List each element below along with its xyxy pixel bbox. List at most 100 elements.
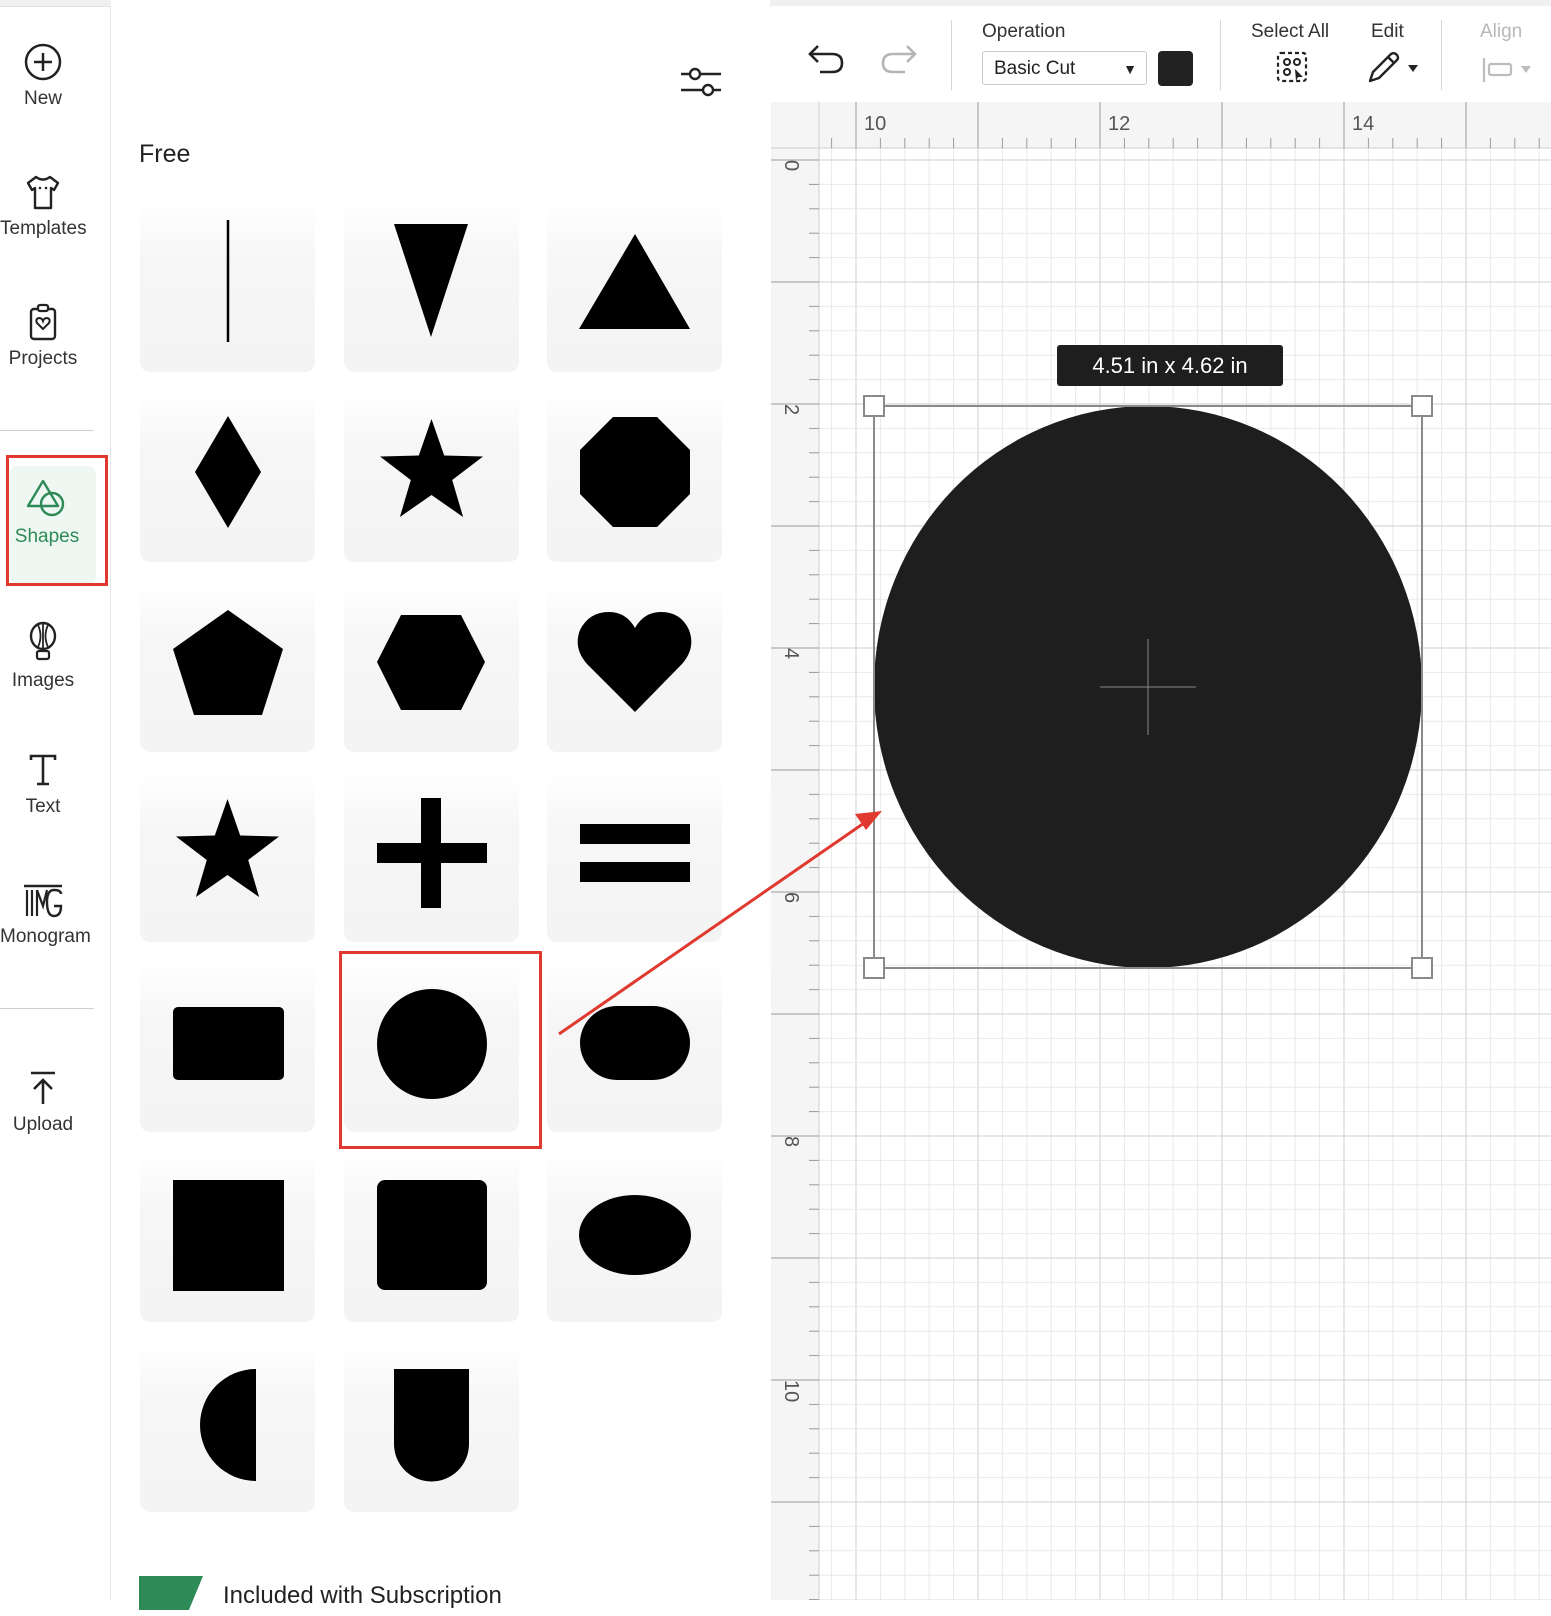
ruler-left <box>771 102 819 1600</box>
project-heart-icon <box>29 303 57 341</box>
select-all-label: Select All <box>1251 21 1330 42</box>
rectangle-shape-icon <box>173 1007 284 1080</box>
heart-shape-icon <box>577 612 692 712</box>
upload-icon <box>31 1071 55 1104</box>
operation-color-swatch[interactable] <box>1158 51 1193 86</box>
select-all-icon[interactable] <box>1275 50 1311 86</box>
ruler-label: 2 <box>780 404 802 415</box>
shape-tile-triangle-down[interactable] <box>344 202 519 372</box>
selection-handle[interactable] <box>863 957 885 979</box>
shape-tile-octagon[interactable] <box>547 392 722 562</box>
ruler-label: 6 <box>780 892 802 903</box>
star-shape-icon <box>176 799 279 897</box>
section-title-free: Free <box>139 140 191 168</box>
redo-icon[interactable] <box>879 42 919 76</box>
monogram-icon <box>24 884 63 918</box>
shape-tile-rounded-rectangle[interactable] <box>547 962 722 1132</box>
sidebar-item-new[interactable]: New <box>0 42 86 110</box>
ruler-label: 10 <box>780 1380 802 1402</box>
hexagon-shape-icon <box>377 615 485 710</box>
sliders-icon[interactable] <box>679 64 723 100</box>
octagon-shape-icon <box>580 417 690 527</box>
line-shape-icon <box>226 220 230 342</box>
canvas-grid: 10 12 14 0 2 4 6 8 10 <box>771 102 1551 1601</box>
sidebar-item-projects[interactable]: Projects <box>0 302 86 370</box>
sidebar-divider <box>0 1008 94 1009</box>
selection-handle[interactable] <box>1411 395 1433 417</box>
circle-annotation-box <box>339 951 542 1149</box>
toolbar-divider <box>1441 20 1442 90</box>
dimensions-tooltip: 4.51 in x 4.62 in <box>1057 345 1283 386</box>
arch-shape-icon <box>394 1369 469 1482</box>
shape-tile-arch[interactable] <box>344 1342 519 1512</box>
align-icon[interactable] <box>1481 56 1535 84</box>
operation-select[interactable]: Basic Cut ▼ <box>982 51 1147 85</box>
square-shape-icon <box>173 1180 284 1291</box>
undo-icon[interactable] <box>806 42 846 76</box>
sidebar-item-label: Templates <box>0 218 87 239</box>
sidebar-item-monogram[interactable]: Monogram <box>0 880 91 948</box>
shape-tile-diamond[interactable] <box>140 392 315 562</box>
triangle-down-shape-icon <box>394 224 468 337</box>
shapes-panel: Free Included with Subscription <box>111 0 770 1610</box>
left-sidebar: New Templates Projects Shapes Images Tex… <box>0 0 111 1600</box>
shape-tile-star[interactable] <box>344 392 519 562</box>
selection-handle[interactable] <box>863 395 885 417</box>
diamond-shape-icon <box>195 416 261 528</box>
sidebar-item-label: Monogram <box>0 926 91 947</box>
shape-tile-equals[interactable] <box>547 772 722 942</box>
rounded-square-shape-icon <box>377 1180 487 1290</box>
cross-shape-icon <box>377 798 487 908</box>
lightbulb-icon <box>29 621 57 661</box>
shape-tile-heart[interactable] <box>547 582 722 752</box>
shape-tile-oval[interactable] <box>547 1152 722 1322</box>
top-toolbar: Operation Basic Cut ▼ Select All Edit Al… <box>771 6 1551 102</box>
sidebar-item-upload[interactable]: Upload <box>0 1068 86 1136</box>
ruler-label: 14 <box>1352 113 1374 135</box>
sidebar-item-text[interactable]: Text <box>0 750 86 818</box>
tshirt-icon <box>26 175 60 210</box>
shape-tile-star-outline[interactable] <box>140 772 315 942</box>
edit-label: Edit <box>1371 21 1404 42</box>
pencil-edit-icon[interactable] <box>1365 50 1421 86</box>
sidebar-divider <box>0 430 94 431</box>
shapes-annotation-box <box>6 455 108 586</box>
shape-tile-half-circle[interactable] <box>140 1342 315 1512</box>
sidebar-item-label: Upload <box>12 1114 74 1135</box>
ruler-top <box>771 102 1551 148</box>
shape-tile-hexagon[interactable] <box>344 582 519 752</box>
dropdown-arrow-icon: ▼ <box>1123 61 1137 77</box>
shape-tile-triangle[interactable] <box>547 202 722 372</box>
shape-tile-line[interactable] <box>140 202 315 372</box>
pentagon-shape-icon <box>173 610 283 715</box>
oval-shape-icon <box>579 1195 691 1275</box>
sidebar-item-images[interactable]: Images <box>0 620 86 692</box>
toolbar-divider <box>951 20 952 90</box>
shape-tile-pentagon[interactable] <box>140 582 315 752</box>
ruler-label: 8 <box>780 1136 802 1147</box>
shape-tile-square[interactable] <box>140 1152 315 1322</box>
sidebar-item-label: New <box>23 88 62 109</box>
equals-shape-icon <box>580 824 690 882</box>
subscription-badge-icon <box>139 1576 203 1610</box>
sidebar-item-templates[interactable]: Templates <box>0 172 87 240</box>
triangle-shape-icon <box>579 234 690 329</box>
sidebar-item-label: Text <box>25 796 61 817</box>
ruler-label: 12 <box>1108 113 1130 135</box>
ruler-label: 0 <box>780 160 802 171</box>
sidebar-item-label: Projects <box>8 348 78 369</box>
selection-handle[interactable] <box>1411 957 1433 979</box>
section-title-subscription: Included with Subscription <box>223 1582 502 1609</box>
shape-tile-rounded-square[interactable] <box>344 1152 519 1322</box>
align-label: Align <box>1480 21 1523 42</box>
shape-tile-rectangle[interactable] <box>140 962 315 1132</box>
operation-value: Basic Cut <box>994 58 1076 79</box>
text-t-icon <box>29 754 57 786</box>
half-circle-shape-icon <box>200 1369 256 1481</box>
shape-tile-cross[interactable] <box>344 772 519 942</box>
design-canvas[interactable]: 10 12 14 0 2 4 6 8 10 <box>771 102 1551 1601</box>
operation-label: Operation <box>982 21 1066 42</box>
star-shape-icon <box>380 419 483 517</box>
rounded-rectangle-shape-icon <box>580 1006 690 1080</box>
ruler-label: 4 <box>780 648 802 659</box>
